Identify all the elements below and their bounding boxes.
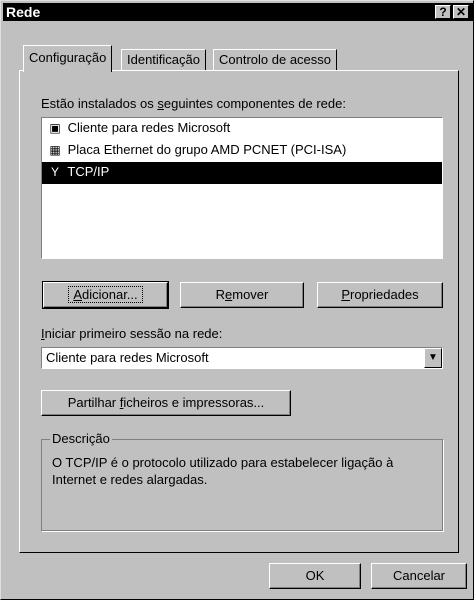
list-item-label: Cliente para redes Microsoft [67,120,231,135]
remove-button[interactable]: Remover [180,282,304,308]
tab-configuracao[interactable]: Configuração [23,45,113,72]
list-item-label: Placa Ethernet do grupo AMD PCNET (PCI-I… [67,142,347,157]
components-list[interactable]: ▣ Cliente para redes Microsoft ▦ Placa E… [41,117,443,259]
network-card-icon: ▦ [49,143,61,157]
properties-button[interactable]: Propriedades [317,282,443,308]
description-text: O TCP/IP é o protocolo utilizado para es… [52,455,394,487]
description-title: Descrição [50,431,112,446]
help-button[interactable]: ? [435,5,451,19]
tab-controlo-acesso[interactable]: Controlo de acesso [213,49,338,71]
list-item-label: TCP/IP [67,164,110,179]
tab-identificacao[interactable]: Identificação [121,49,206,71]
primary-logon-value: Cliente para redes Microsoft [46,350,209,365]
window-title: Rede [6,4,41,20]
add-button[interactable]: Adicionar... [42,281,169,309]
chevron-down-icon[interactable]: ▼ [424,348,442,368]
logon-label: Iniciar primeiro sessão na rede: [41,326,223,341]
network-dialog: Rede ? ✕ Configuração Identificação Cont… [0,0,474,600]
computer-icon: ▣ [49,121,61,135]
protocol-icon: Y [50,165,59,179]
close-button[interactable]: ✕ [453,5,469,19]
cancel-button[interactable]: Cancelar [371,563,467,589]
title-bar[interactable]: Rede ? ✕ [3,3,473,21]
list-item[interactable]: Y TCP/IP [42,162,442,184]
components-heading: Estão instalados os seguintes componente… [41,96,346,111]
description-group: Descrição O TCP/IP é o protocolo utiliza… [41,431,443,531]
file-print-sharing-button[interactable]: Partilhar ficheiros e impressoras... [41,390,291,416]
list-item[interactable]: ▦ Placa Ethernet do grupo AMD PCNET (PCI… [42,140,442,162]
primary-logon-select[interactable]: Cliente para redes Microsoft ▼ [41,347,443,369]
list-item[interactable]: ▣ Cliente para redes Microsoft [42,118,442,140]
ok-button[interactable]: OK [269,563,361,589]
